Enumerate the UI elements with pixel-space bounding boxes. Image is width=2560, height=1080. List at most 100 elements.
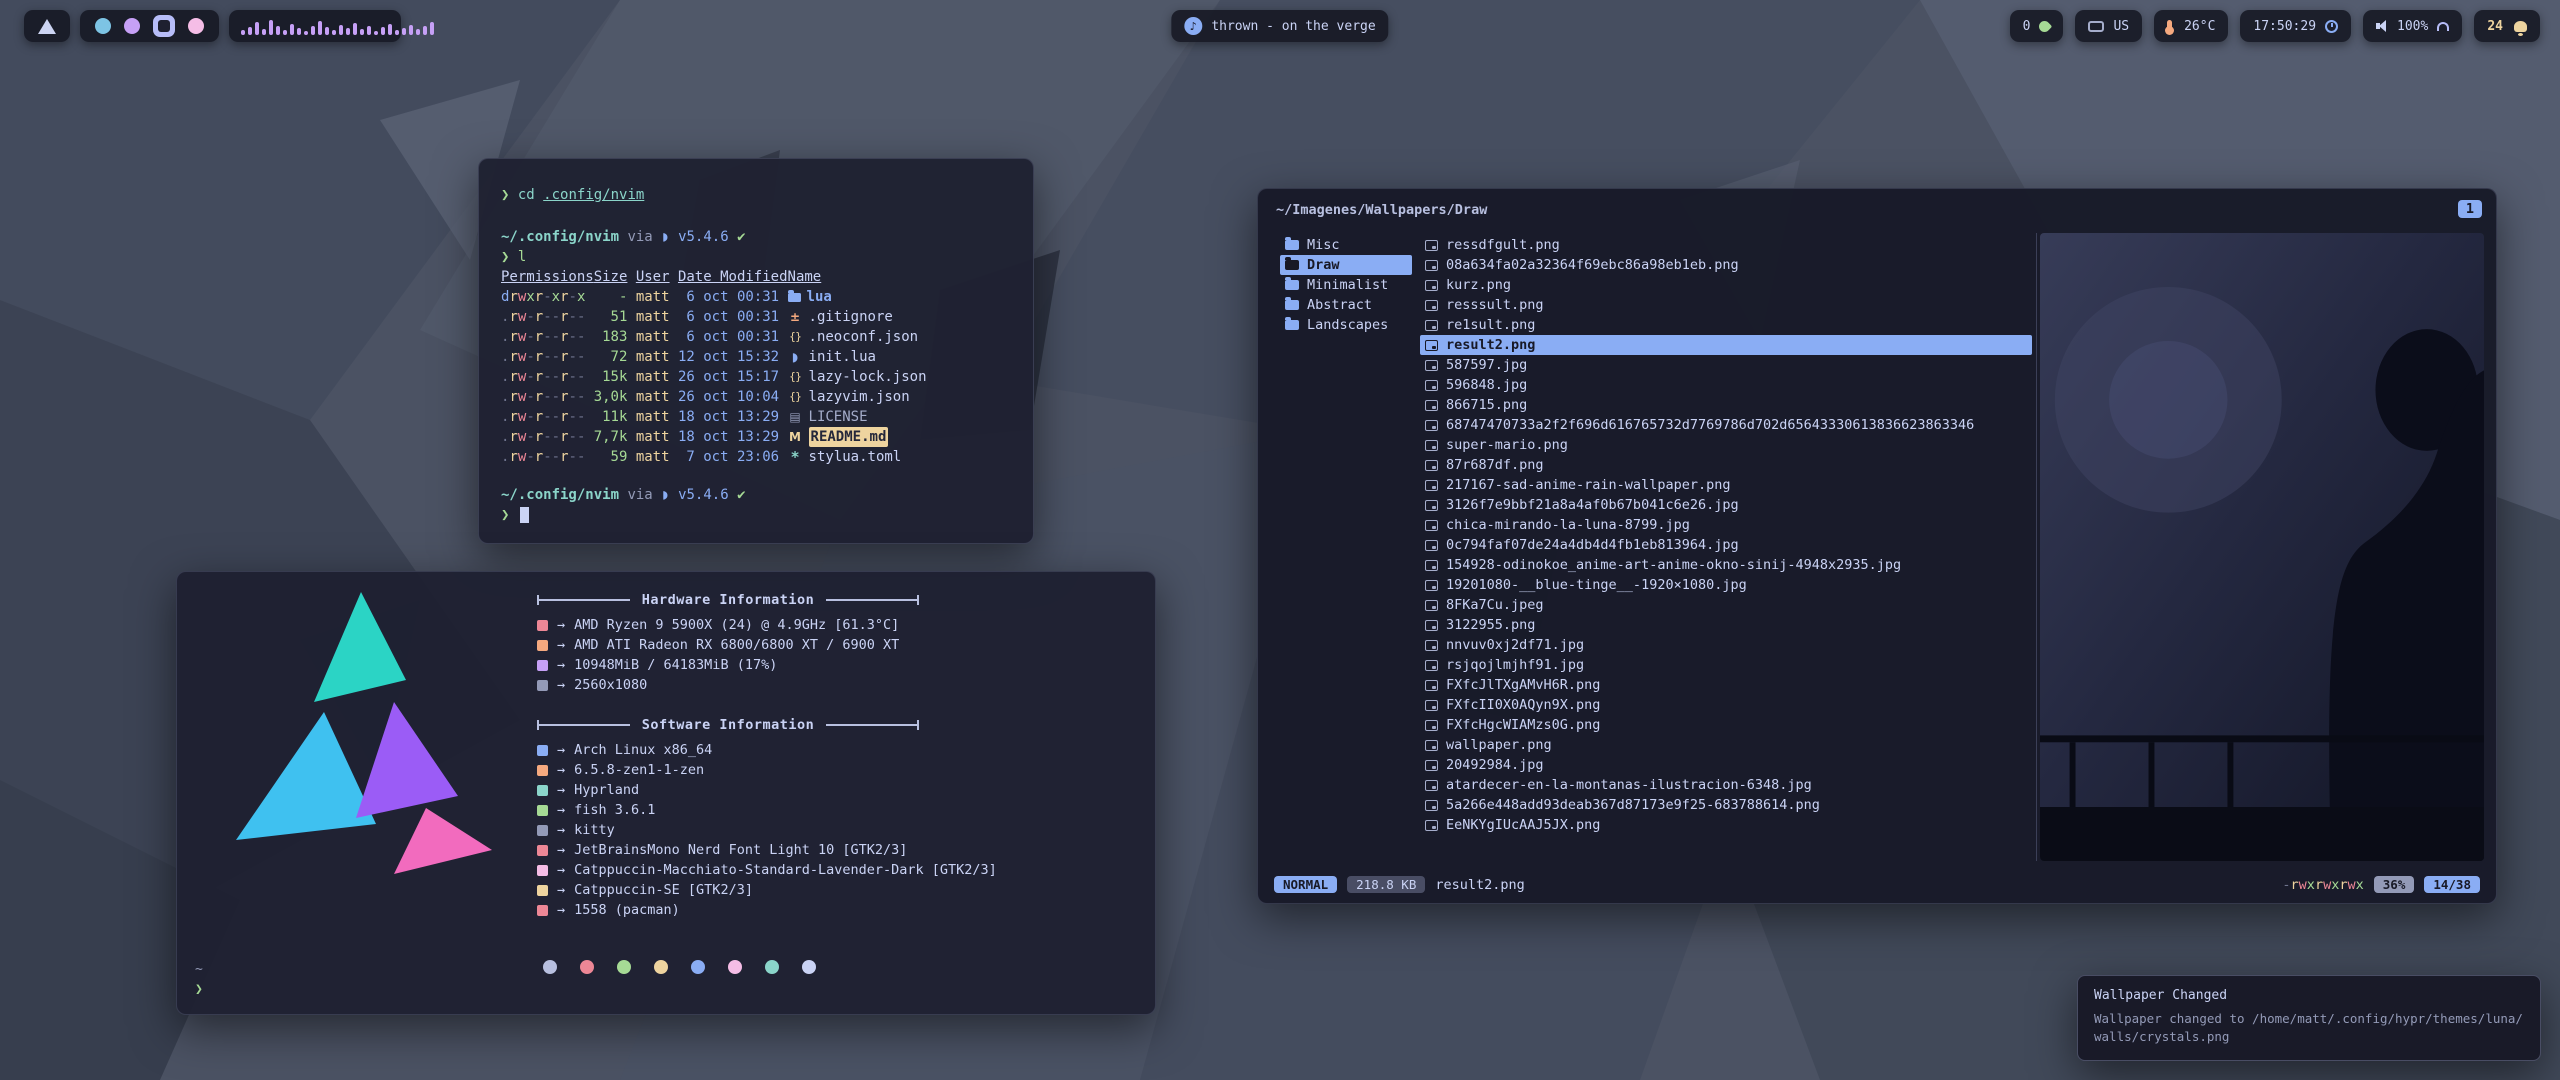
- music-player-module[interactable]: thrown - on the verge: [1171, 10, 1388, 42]
- file-row[interactable]: 19201080-__blue-tinge__-1920×1080.jpg: [1420, 575, 2032, 595]
- file-row[interactable]: ressdfgult.png: [1420, 235, 2032, 255]
- file-row[interactable]: 08a634fa02a32364f69ebc86a98eb1eb.png: [1420, 255, 2032, 275]
- info-value: AMD ATI Radeon RX 6800/6800 XT / 6900 XT: [574, 637, 899, 653]
- file-name: FXfcII0X0AQyn9X.png: [1446, 697, 1600, 713]
- launcher-button[interactable]: [24, 10, 70, 42]
- volume-module[interactable]: 100%: [2363, 10, 2462, 42]
- file-row[interactable]: kurz.png: [1420, 275, 2032, 295]
- directory-row[interactable]: Misc: [1280, 235, 1412, 255]
- file-name: 08a634fa02a32364f69ebc86a98eb1eb.png: [1446, 257, 1739, 273]
- info-line: AMD Ryzen 9 5900X (24) @ 4.9GHz [61.3°C]: [537, 615, 1127, 635]
- file-entry-row: .rw-r--r-- 72 matt 12 oct 15:32 init.lua: [501, 347, 1011, 367]
- check-icon: ✔: [737, 229, 745, 245]
- notification-popup[interactable]: Wallpaper Changed Wallpaper changed to /…: [2077, 975, 2541, 1061]
- size-value: 3,0k: [594, 387, 628, 407]
- workspace-icon[interactable]: [95, 18, 111, 34]
- via-label: via: [627, 487, 652, 503]
- volume-value: 100%: [2397, 19, 2428, 34]
- tab-badge[interactable]: 1: [2458, 200, 2482, 218]
- file-row[interactable]: chica-mirando-la-luna-8799.jpg: [1420, 515, 2032, 535]
- workspace-icon[interactable]: [153, 15, 175, 37]
- prompt-icon: ❯: [195, 980, 203, 1000]
- image-file-icon: [1425, 720, 1438, 731]
- palette-color-dot: [691, 960, 705, 974]
- file-name: lua: [807, 287, 832, 307]
- file-name: 19201080-__blue-tinge__-1920×1080.jpg: [1446, 577, 1747, 593]
- file-row[interactable]: 596848.jpg: [1420, 375, 2032, 395]
- image-file-icon: [1425, 460, 1438, 471]
- image-file-icon: [1425, 400, 1438, 411]
- file-row[interactable]: nnvuv0xj2df71.jpg: [1420, 635, 2032, 655]
- file-row[interactable]: rsjqojlmjhf91.jpg: [1420, 655, 2032, 675]
- user-value: matt: [636, 327, 670, 347]
- directory-row[interactable]: Draw: [1280, 255, 1412, 275]
- file-row[interactable]: 866715.png: [1420, 395, 2032, 415]
- file-row[interactable]: 20492984.jpg: [1420, 755, 2032, 775]
- cursor-position-badge: 14/38: [2424, 876, 2480, 893]
- file-row[interactable]: 587597.jpg: [1420, 355, 2032, 375]
- file-row[interactable]: 217167-sad-anime-rain-wallpaper.png: [1420, 475, 2032, 495]
- prompt-context-line: ~/.config/nvim via ◗ v5.4.6 ✔: [501, 485, 1011, 505]
- file-row[interactable]: super-mario.png: [1420, 435, 2032, 455]
- notification-body: Wallpaper changed to /home/matt/.config/…: [2094, 1010, 2524, 1046]
- file-row[interactable]: wallpaper.png: [1420, 735, 2032, 755]
- file-name: stylua.toml: [809, 447, 902, 467]
- file-name: 587597.jpg: [1446, 357, 1527, 373]
- col-name: Name: [788, 267, 1011, 287]
- file-row[interactable]: EeNKYgIUcAAJ5JX.png: [1420, 815, 2032, 835]
- file-row[interactable]: atardecer-en-la-montanas-ilustracion-634…: [1420, 775, 2032, 795]
- file-row[interactable]: 0c794faf07de24a4db4d4fb1eb813964.jpg: [1420, 535, 2032, 555]
- file-row[interactable]: resssult.png: [1420, 295, 2032, 315]
- hardware-info-icon: [537, 620, 548, 631]
- directory-row[interactable]: Abstract: [1280, 295, 1412, 315]
- workspace-icon[interactable]: [124, 18, 140, 34]
- name-cell: stylua.toml: [788, 447, 1011, 467]
- file-row[interactable]: 68747470733a2f2f696d616765732d7769786d70…: [1420, 415, 2032, 435]
- filetype-icon: [788, 387, 803, 407]
- workspace-icon[interactable]: [188, 18, 204, 34]
- keyboard-layout-module[interactable]: US: [2075, 10, 2142, 42]
- file-row[interactable]: 5a266e448add93deab367d87173e9f25-6837886…: [1420, 795, 2032, 815]
- temperature-module[interactable]: 26°C: [2154, 10, 2228, 42]
- workspaces-module: [80, 10, 219, 42]
- palette-color-dot: [580, 960, 594, 974]
- thermometer-icon: [2167, 20, 2172, 33]
- visualizer-bar: [318, 21, 322, 35]
- file-row[interactable]: FXfcHgcWIAMzs0G.png: [1420, 715, 2032, 735]
- file-row[interactable]: 154928-odinokoe_anime-art-anime-okno-sin…: [1420, 555, 2032, 575]
- file-row[interactable]: result2.png: [1420, 335, 2032, 355]
- clock-module[interactable]: 17:50:29: [2240, 10, 2351, 42]
- file-row[interactable]: 3126f7e9bbf21a8a4af0b67b041c6e26.jpg: [1420, 495, 2032, 515]
- fetch-window[interactable]: Hardware Information AMD Ryzen 9 5900X (…: [176, 571, 1156, 1015]
- fetch-shell-prompt[interactable]: ~ ❯: [195, 960, 203, 1000]
- visualizer-bars: [241, 17, 389, 35]
- check-icon: ✔: [737, 487, 745, 503]
- file-name: kurz.png: [1446, 277, 1511, 293]
- file-row[interactable]: FXfcJlTXgAMvH6R.png: [1420, 675, 2032, 695]
- notifications-module[interactable]: 24: [2474, 10, 2540, 42]
- updates-module[interactable]: 0: [2010, 10, 2064, 42]
- file-row[interactable]: 3122955.png: [1420, 615, 2032, 635]
- hardware-info-list: AMD Ryzen 9 5900X (24) @ 4.9GHz [61.3°C]…: [537, 615, 1127, 695]
- visualizer-bar: [430, 22, 434, 35]
- file-row[interactable]: 8FKa7Cu.jpeg: [1420, 595, 2032, 615]
- permissions-value: .rw-r--r--: [501, 447, 585, 467]
- file-row[interactable]: FXfcII0X0AQyn9X.png: [1420, 695, 2032, 715]
- directory-row[interactable]: Landscapes: [1280, 315, 1412, 335]
- file-manager-window[interactable]: ~/Imagenes/Wallpapers/Draw 1 Misc Draw M…: [1257, 188, 2497, 904]
- user-value: matt: [636, 347, 670, 367]
- filetype-icon: [788, 367, 803, 387]
- file-name: resssult.png: [1446, 297, 1544, 313]
- permissions-value: .rw-r--r--: [501, 347, 585, 367]
- terminal-window[interactable]: ❯ cd .config/nvim ~/.config/nvim via ◗ v…: [478, 158, 1034, 544]
- image-file-icon: [1425, 740, 1438, 751]
- file-row[interactable]: re1sult.png: [1420, 315, 2032, 335]
- directory-row[interactable]: Minimalist: [1280, 275, 1412, 295]
- image-file-icon: [1425, 560, 1438, 571]
- terminal-input-line[interactable]: ❯: [501, 505, 1011, 525]
- command-arg: .config/nvim: [543, 187, 644, 203]
- visualizer-bar: [325, 27, 329, 35]
- mode-badge: NORMAL: [1274, 876, 1337, 893]
- permissions-value: .rw-r--r--: [501, 327, 585, 347]
- file-row[interactable]: 87r687df.png: [1420, 455, 2032, 475]
